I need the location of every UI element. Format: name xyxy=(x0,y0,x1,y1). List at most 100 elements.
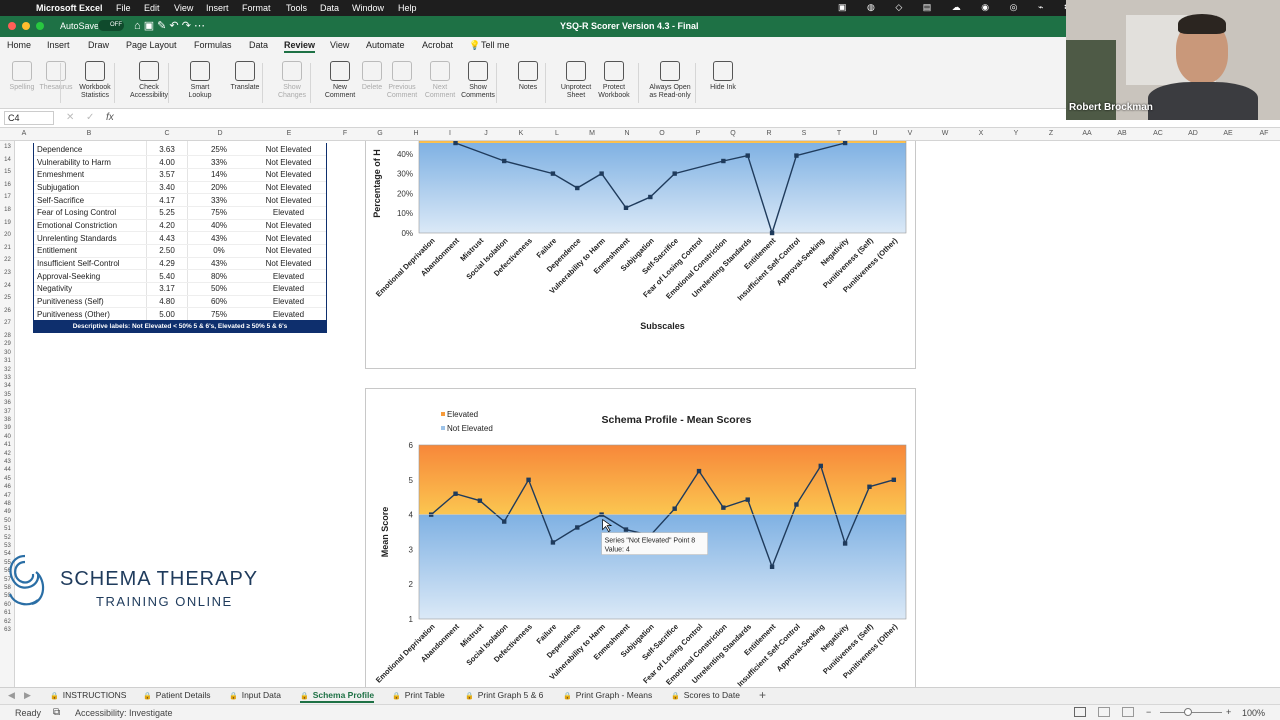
sheet-tab-print-table[interactable]: 🔒 Print Table xyxy=(392,690,445,700)
tab-home[interactable]: Home xyxy=(7,40,31,50)
data-point[interactable] xyxy=(453,140,458,146)
column-header-j[interactable]: J xyxy=(480,130,492,137)
zoom-slider-thumb[interactable] xyxy=(1184,708,1192,716)
mac-status-icons[interactable]: ▣ ◍ ◇ ▤ ☁ ◉ ◎ ⌁ ✱ xyxy=(838,2,1080,13)
ribbon-workbook-statistics-button[interactable]: Workbook Statistics xyxy=(73,59,117,100)
ribbon-hide-ink-button[interactable]: Hide Ink xyxy=(701,59,745,92)
data-point[interactable] xyxy=(696,468,702,474)
confirm-entry-icon[interactable]: ✓ xyxy=(86,112,94,123)
column-header-ac[interactable]: AC xyxy=(1152,130,1164,137)
data-point[interactable] xyxy=(502,158,507,164)
column-header-i[interactable]: I xyxy=(444,130,456,137)
row-header-51[interactable]: 51 xyxy=(0,526,15,532)
page-break-view-icon[interactable] xyxy=(1122,707,1134,717)
row-header-37[interactable]: 37 xyxy=(0,409,15,415)
row-header-17[interactable]: 17 xyxy=(0,194,15,200)
data-point[interactable] xyxy=(575,185,580,191)
row-header-21[interactable]: 21 xyxy=(0,245,15,251)
column-header-v[interactable]: V xyxy=(904,130,916,137)
data-point[interactable] xyxy=(867,484,872,489)
column-header-x[interactable]: X xyxy=(975,130,987,137)
accessibility-status[interactable]: Accessibility: Investigate xyxy=(75,708,173,718)
close-window-button[interactable] xyxy=(8,22,16,30)
column-header-s[interactable]: S xyxy=(798,130,810,137)
tab-review[interactable]: Review xyxy=(284,40,316,53)
data-point[interactable] xyxy=(672,506,677,511)
sheet-tab-patient-details[interactable]: 🔒 Patient Details xyxy=(143,690,211,700)
row-header-28[interactable]: 28 xyxy=(0,333,15,339)
data-point[interactable] xyxy=(794,502,799,507)
row-header-29[interactable]: 29 xyxy=(0,341,15,347)
mac-menu-tools[interactable]: Tools xyxy=(286,3,307,13)
ribbon-protect-workbook-button[interactable]: Protect Workbook xyxy=(592,59,636,100)
row-header-46[interactable]: 46 xyxy=(0,484,15,490)
row-header-25[interactable]: 25 xyxy=(0,295,15,301)
tell-me-icon[interactable]: 💡 xyxy=(469,40,480,51)
data-point[interactable] xyxy=(623,527,629,532)
row-header-26[interactable]: 26 xyxy=(0,308,15,314)
data-point[interactable] xyxy=(769,230,775,236)
column-header-e[interactable]: E xyxy=(283,130,295,137)
data-point[interactable] xyxy=(550,171,556,176)
column-header-b[interactable]: B xyxy=(83,130,95,137)
sheet-tab-instructions[interactable]: 🔒 INSTRUCTIONS xyxy=(50,690,126,700)
column-header-o[interactable]: O xyxy=(656,130,668,137)
normal-view-icon[interactable] xyxy=(1074,707,1086,717)
tab-automate[interactable]: Automate xyxy=(366,40,405,50)
mac-menu-edit[interactable]: Edit xyxy=(144,3,160,13)
row-header-23[interactable]: 23 xyxy=(0,270,15,276)
mac-menu-data[interactable]: Data xyxy=(320,3,339,13)
row-header-15[interactable]: 15 xyxy=(0,169,15,175)
column-header-p[interactable]: P xyxy=(692,130,704,137)
formula-input[interactable] xyxy=(125,111,1185,125)
column-header-u[interactable]: U xyxy=(869,130,881,137)
column-header-g[interactable]: G xyxy=(374,130,386,137)
row-header-19[interactable]: 19 xyxy=(0,220,15,226)
tab-formulas[interactable]: Formulas xyxy=(194,40,232,50)
data-point[interactable] xyxy=(477,498,483,503)
data-point[interactable] xyxy=(623,205,629,210)
name-box[interactable]: C4 xyxy=(4,111,54,125)
column-header-q[interactable]: Q xyxy=(727,130,739,137)
zoom-in-icon[interactable]: + xyxy=(1226,707,1231,717)
function-icon[interactable]: fx xyxy=(106,112,114,123)
column-header-l[interactable]: L xyxy=(551,130,563,137)
row-header-20[interactable]: 20 xyxy=(0,232,15,238)
ribbon-thesaurus-button[interactable]: Thesaurus xyxy=(34,59,78,92)
data-point[interactable] xyxy=(818,463,823,469)
column-header-w[interactable]: W xyxy=(939,130,951,137)
sheet-tab-scores-to-date[interactable]: 🔒 Scores to Date xyxy=(671,690,740,700)
tab-draw[interactable]: Draw xyxy=(88,40,109,50)
tab-data[interactable]: Data xyxy=(249,40,268,50)
data-point[interactable] xyxy=(842,140,848,146)
data-point[interactable] xyxy=(769,564,775,569)
ribbon-notes-button[interactable]: Notes xyxy=(506,59,550,92)
column-header-d[interactable]: D xyxy=(214,130,226,137)
column-header-ad[interactable]: AD xyxy=(1187,130,1199,137)
zoom-window-button[interactable] xyxy=(36,22,44,30)
row-header-50[interactable]: 50 xyxy=(0,518,15,524)
row-header-38[interactable]: 38 xyxy=(0,417,15,423)
column-header-f[interactable]: F xyxy=(339,130,351,137)
row-header-22[interactable]: 22 xyxy=(0,257,15,263)
row-header-31[interactable]: 31 xyxy=(0,358,15,364)
row-header-32[interactable]: 32 xyxy=(0,367,15,373)
row-header-39[interactable]: 39 xyxy=(0,425,15,431)
mac-menu-view[interactable]: View xyxy=(174,3,193,13)
ribbon-show-changes-button[interactable]: Show Changes xyxy=(270,59,314,100)
ribbon-smart-lookup-button[interactable]: Smart Lookup xyxy=(178,59,222,100)
quick-access-icons[interactable]: ⌂ ▣ ✎ ↶ ↷ ⋯ xyxy=(134,19,205,32)
row-header-45[interactable]: 45 xyxy=(0,476,15,482)
chart-legend[interactable]: Elevated Not Elevated xyxy=(441,410,493,433)
mac-menu-format[interactable]: Format xyxy=(242,3,271,13)
tab-acrobat[interactable]: Acrobat xyxy=(422,40,453,50)
row-header-42[interactable]: 42 xyxy=(0,451,15,457)
ribbon-translate-button[interactable]: Translate xyxy=(223,59,267,92)
column-header-z[interactable]: Z xyxy=(1045,130,1057,137)
data-point[interactable] xyxy=(794,153,799,158)
autosave-toggle[interactable]: OFF xyxy=(98,20,124,31)
column-header-c[interactable]: C xyxy=(161,130,173,137)
data-point[interactable] xyxy=(599,171,604,176)
column-header-n[interactable]: N xyxy=(621,130,633,137)
macro-record-icon[interactable]: ⧉ xyxy=(53,707,60,718)
